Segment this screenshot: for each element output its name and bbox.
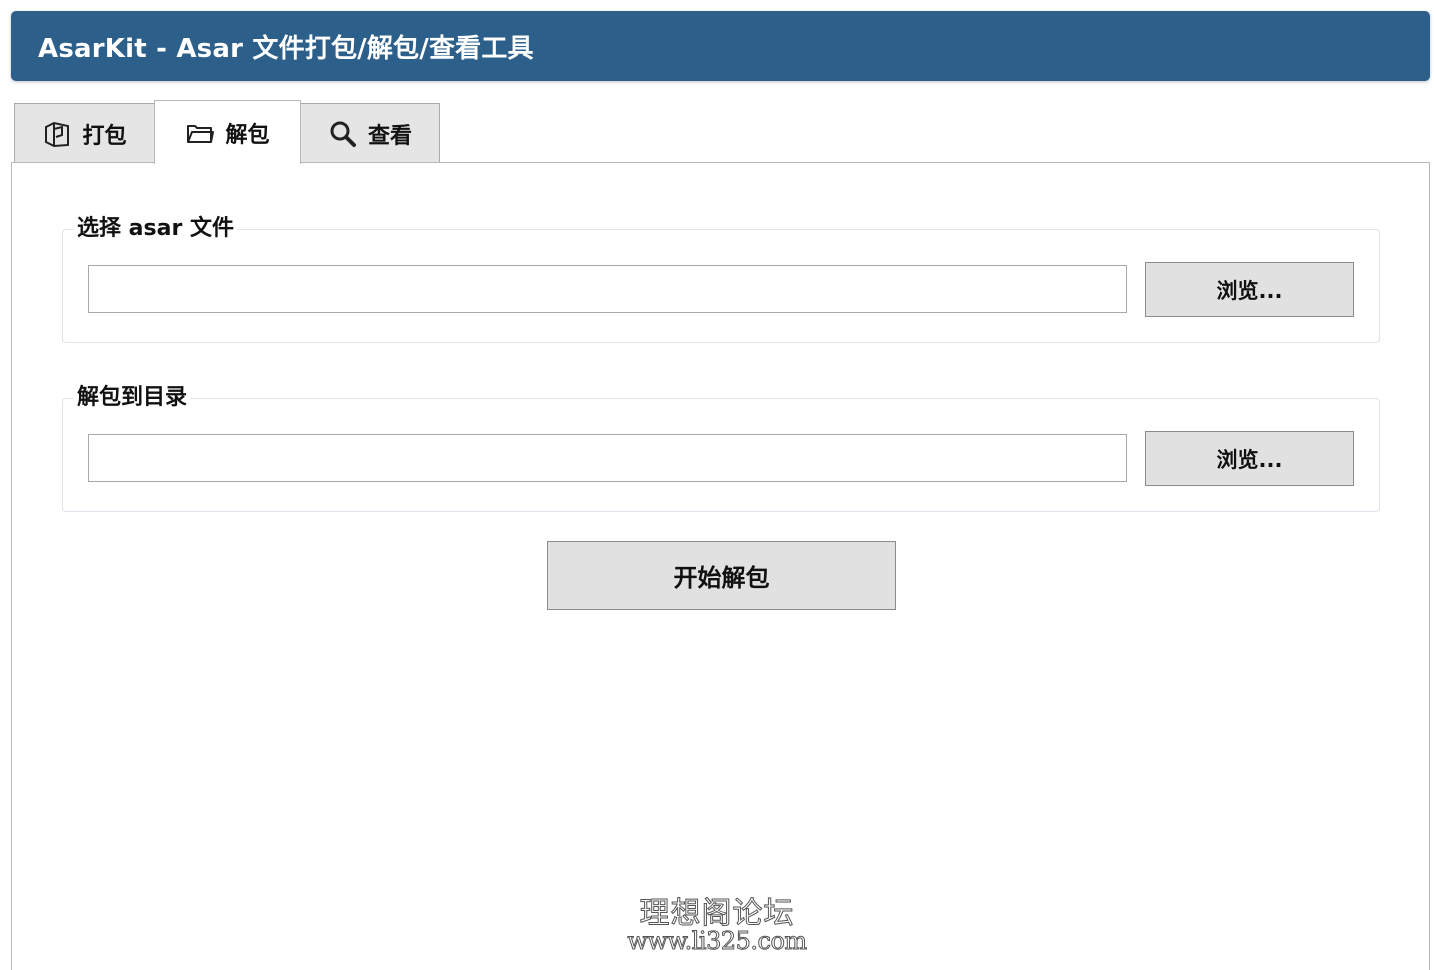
output-dir-input[interactable] [88, 434, 1127, 482]
output-dir-group: 解包到目录 浏览... [62, 382, 1380, 512]
start-unpack-button[interactable]: 开始解包 [547, 541, 896, 610]
tab-pack-label: 打包 [82, 123, 127, 149]
unpack-panel: 选择 asar 文件 浏览... 解包到目录 浏览... 开始解包 [11, 162, 1430, 970]
output-dir-legend: 解包到目录 [73, 382, 192, 414]
asar-file-group: 选择 asar 文件 浏览... [62, 213, 1380, 343]
tab-view[interactable]: 查看 [300, 103, 440, 163]
tab-strip: 打包 解包 查看 [14, 99, 440, 164]
magnifier-icon [328, 119, 358, 149]
browse-asar-button[interactable]: 浏览... [1145, 262, 1354, 317]
tab-pack[interactable]: 打包 [14, 103, 155, 163]
app-window: AsarKit - Asar 文件打包/解包/查看工具 打包 解包 查看 选择 … [0, 0, 1434, 970]
tab-unpack[interactable]: 解包 [154, 100, 301, 164]
watermark-title: 理想阁论坛 [639, 896, 795, 932]
title-bar: AsarKit - Asar 文件打包/解包/查看工具 [11, 11, 1430, 81]
tab-view-label: 查看 [367, 123, 412, 149]
browse-output-button[interactable]: 浏览... [1145, 431, 1354, 486]
asar-file-input[interactable] [88, 265, 1127, 313]
app-title: AsarKit - Asar 文件打包/解包/查看工具 [38, 33, 534, 64]
folder-open-icon [185, 118, 215, 148]
package-icon [42, 119, 72, 149]
asar-file-legend: 选择 asar 文件 [73, 213, 238, 245]
tab-unpack-label: 解包 [225, 122, 270, 148]
watermark-url: www.li325.com [627, 927, 808, 956]
